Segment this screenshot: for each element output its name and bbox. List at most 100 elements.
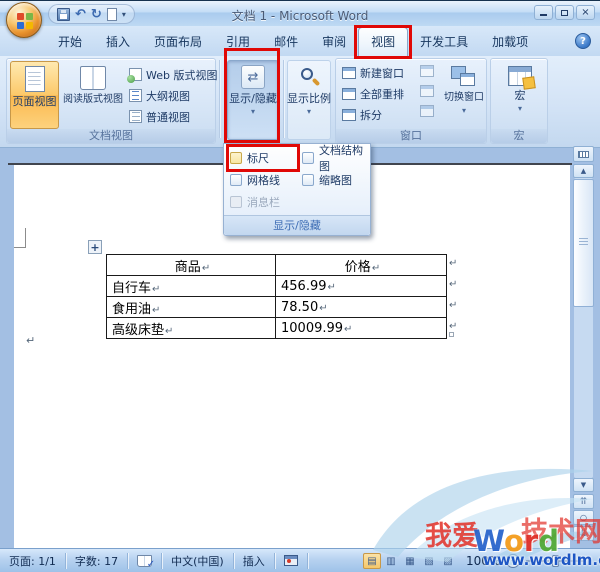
tab-view[interactable]: 视图	[354, 25, 413, 59]
tab-review[interactable]: 审阅	[310, 28, 358, 56]
group-label-macros: 宏	[491, 129, 547, 143]
zoom-slider-thumb[interactable]	[552, 555, 559, 567]
print-layout-icon	[24, 66, 45, 92]
zoom-level[interactable]: 100%	[466, 554, 500, 568]
cell-mark-icon: ↵	[201, 262, 211, 274]
previous-page-button[interactable]: ⇈	[573, 494, 594, 509]
status-fullscreen-reading-button[interactable]: ▥	[382, 553, 400, 569]
next-page-button[interactable]: ⇊	[573, 526, 594, 541]
table-cell[interactable]: 食用油	[112, 302, 151, 317]
table-header-product[interactable]: 商品	[175, 260, 201, 275]
split-button[interactable]: 拆分	[340, 104, 406, 125]
message-bar-checkbox	[230, 196, 242, 208]
macro-record-status[interactable]	[275, 553, 307, 569]
ribbon-view-tab-panel: 页面视图 阅读版式视图 Web 版式视图 大纲视图 普通视图 文档视图 ⇄ 显示…	[0, 48, 600, 148]
status-draft-button[interactable]: ▨	[439, 553, 457, 569]
gridlines-checkbox[interactable]	[230, 174, 242, 186]
draft-view-label: 普通视图	[146, 110, 190, 124]
switch-windows-button[interactable]: 切换窗口 ▾	[442, 61, 486, 131]
switch-windows-icon	[451, 66, 477, 88]
table-row[interactable]: 商品↵ 价格↵	[106, 254, 447, 276]
show-hide-menu-button[interactable]: ⇄ 显示/隐藏 ▾	[227, 60, 279, 140]
show-hide-caret-icon: ▾	[250, 107, 255, 116]
vertical-scrollbar: ▲ ▼ ⇈ ○ ⇊	[573, 146, 594, 548]
table-resize-handle[interactable]	[449, 332, 454, 337]
row-end-mark-icon: ↵	[449, 321, 458, 332]
table-cell[interactable]: 456.99	[281, 279, 327, 294]
outline-view-icon	[129, 89, 142, 102]
zoom-out-button[interactable]: –	[506, 554, 520, 568]
table-cell[interactable]: 10009.99	[281, 321, 343, 336]
web-layout-label: Web 版式视图	[146, 68, 218, 82]
insert-mode-indicator[interactable]: 插入	[234, 553, 274, 569]
macros-button[interactable]: 宏 ▾	[499, 61, 541, 131]
help-icon[interactable]: ?	[575, 33, 591, 49]
fullscreen-reading-button[interactable]: 阅读版式视图	[61, 61, 125, 129]
menu-item-gridlines[interactable]: 网格线	[230, 170, 296, 190]
table-cell[interactable]: 78.50	[281, 300, 318, 315]
print-layout-button[interactable]: 页面视图	[10, 61, 59, 129]
group-macros: 宏 ▾ 宏	[490, 58, 548, 144]
table-move-handle[interactable]: +	[88, 240, 102, 254]
table-row[interactable]: 高级床垫↵ 10009.99↵	[106, 317, 447, 339]
table-header-price[interactable]: 价格	[345, 260, 371, 275]
tab-page-layout[interactable]: 页面布局	[142, 28, 214, 56]
table-cell[interactable]: 自行车	[112, 281, 151, 296]
show-hide-label: 显示/隐藏	[229, 92, 277, 105]
ruler-checkbox[interactable]	[230, 152, 242, 164]
table-cell[interactable]: 高级床垫	[112, 323, 164, 338]
arrange-all-button[interactable]: 全部重排	[340, 83, 406, 104]
scrollbar-thumb[interactable]	[573, 179, 594, 307]
language-indicator[interactable]: 中文(中国)	[162, 553, 233, 569]
view-side-by-side-icon[interactable]	[420, 65, 434, 77]
dropdown-footer-label: 显示/隐藏	[224, 215, 370, 235]
office-button[interactable]	[6, 2, 42, 38]
draft-view-icon	[129, 110, 142, 123]
minimize-button[interactable]	[534, 5, 553, 20]
status-print-layout-button[interactable]: ▤	[363, 553, 381, 569]
ribbon-separator	[219, 60, 220, 138]
cell-mark-icon: ↵	[344, 323, 353, 335]
select-browse-object-button[interactable]: ○	[573, 510, 594, 525]
row-end-mark-icon: ↵	[449, 279, 458, 290]
tab-references[interactable]: 引用	[214, 28, 262, 56]
new-window-button[interactable]: 新建窗口	[340, 62, 406, 83]
menu-item-message-bar: 消息栏	[230, 192, 296, 212]
spellcheck-status[interactable]: ✓	[128, 553, 161, 570]
table-row[interactable]: 自行车↵ 456.99↵	[106, 275, 447, 297]
close-button[interactable]: ×	[576, 5, 595, 20]
outline-view-button[interactable]: 大纲视图	[127, 85, 219, 106]
thumbnails-checkbox[interactable]	[302, 174, 314, 186]
page-indicator[interactable]: 页面: 1/1	[0, 553, 65, 569]
menu-item-thumbnails[interactable]: 缩略图	[302, 170, 368, 190]
tab-home[interactable]: 开始	[46, 28, 94, 56]
tab-mailings[interactable]: 邮件	[262, 28, 310, 56]
synchronous-scrolling-icon[interactable]	[420, 85, 434, 97]
document-map-checkbox[interactable]	[302, 152, 314, 164]
menu-item-ruler[interactable]: 标尺	[226, 144, 300, 172]
ruler-icon	[578, 150, 589, 158]
table-row[interactable]: 食用油↵ 78.50↵	[106, 296, 447, 318]
web-layout-icon	[127, 68, 142, 83]
status-outline-button[interactable]: ▧	[420, 553, 438, 569]
web-layout-button[interactable]: Web 版式视图	[127, 64, 219, 85]
scroll-up-button[interactable]: ▲	[573, 164, 594, 178]
tab-insert[interactable]: 插入	[94, 28, 142, 56]
tab-developer[interactable]: 开发工具	[408, 28, 480, 56]
zoom-label: 显示比例	[287, 92, 331, 105]
view-shortcut-buttons: ▤ ▥ ▦ ▧ ▨	[363, 553, 457, 569]
zoom-menu-button[interactable]: 显示比例 ▾	[287, 60, 331, 140]
menu-item-document-map[interactable]: 文档结构图	[302, 144, 368, 173]
scroll-down-button[interactable]: ▼	[573, 478, 594, 492]
tab-addins[interactable]: 加载项	[480, 28, 540, 56]
new-window-label: 新建窗口	[360, 66, 404, 80]
document-table[interactable]: 商品↵ 价格↵ 自行车↵ 456.99↵ 食用油↵ 78.50↵ 高级床垫↵ 1…	[106, 254, 447, 339]
status-web-layout-button[interactable]: ▦	[401, 553, 419, 569]
arrange-all-label: 全部重排	[360, 87, 404, 101]
maximize-button[interactable]	[555, 5, 574, 20]
ruler-toggle-button[interactable]	[573, 146, 594, 162]
word-count-indicator[interactable]: 字数: 17	[66, 553, 127, 569]
draft-view-button[interactable]: 普通视图	[127, 106, 219, 127]
reset-window-position-icon[interactable]	[420, 105, 434, 117]
zoom-slider[interactable]	[526, 555, 584, 567]
